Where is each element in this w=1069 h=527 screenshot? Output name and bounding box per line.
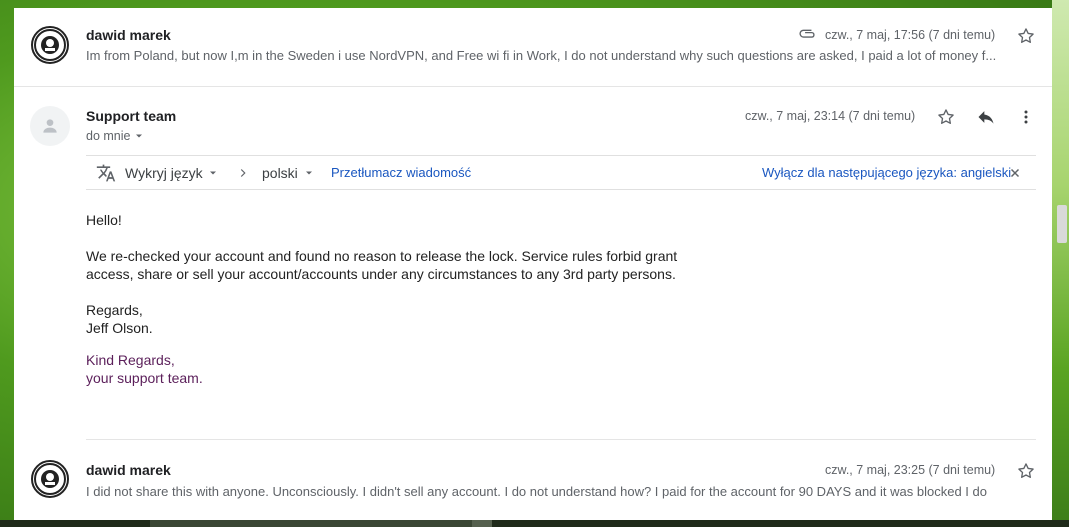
sender-name: Support team xyxy=(86,108,177,124)
star-icon[interactable] xyxy=(1015,460,1037,482)
detect-language-label: Wykryj język xyxy=(125,164,203,181)
star-icon[interactable] xyxy=(935,106,957,128)
message-date: czw., 7 maj, 23:25 (7 dni temu) xyxy=(825,463,996,477)
chevron-right-icon xyxy=(236,156,250,189)
sender-name: dawid marek xyxy=(86,462,171,478)
chevron-down-icon xyxy=(209,171,216,174)
message-divider xyxy=(14,86,1052,87)
sender-name: dawid marek xyxy=(86,27,171,43)
translate-icon xyxy=(96,164,116,181)
more-vert-icon[interactable] xyxy=(1015,106,1037,128)
message-greeting: Hello! xyxy=(86,212,122,228)
message-paragraph-line: access, share or sell your account/accou… xyxy=(86,266,676,282)
avatar xyxy=(30,106,70,146)
disable-translation-link[interactable]: Wyłącz dla następującego języka: angiels… xyxy=(762,156,1011,189)
recipient-label: do mnie xyxy=(86,129,131,143)
person-icon xyxy=(43,119,57,133)
avatar-logo-icon xyxy=(34,29,66,61)
detect-language-dropdown[interactable]: Wykryj język xyxy=(96,156,218,189)
scrollbar-thumb[interactable] xyxy=(1057,205,1067,243)
message-collapsed[interactable]: dawid marek czw., 7 maj, 17:56 (7 dni te… xyxy=(14,8,1052,86)
avatar xyxy=(31,26,69,64)
email-thread: dawid marek czw., 7 maj, 17:56 (7 dni te… xyxy=(14,8,1052,520)
signature-line: Kind Regards, xyxy=(86,352,175,368)
taskbar xyxy=(0,520,1069,527)
message-date: czw., 7 maj, 17:56 (7 dni temu) xyxy=(825,28,996,42)
translate-bar: Wykryj język polski Przetłumacz wiadomoś… xyxy=(86,155,1036,190)
signature-line: your support team. xyxy=(86,370,203,386)
message-date: czw., 7 maj, 23:14 (7 dni temu) xyxy=(745,109,916,123)
star-icon[interactable] xyxy=(1015,25,1037,47)
message-regards: Regards, xyxy=(86,302,143,318)
message-sender-name: Jeff Olson. xyxy=(86,320,153,336)
chevron-down-icon xyxy=(305,171,312,174)
paperclip-icon xyxy=(797,24,819,46)
target-language-dropdown[interactable]: polski xyxy=(262,156,314,189)
translate-message-link[interactable]: Przetłumacz wiadomość xyxy=(331,156,471,189)
avatar-logo-icon xyxy=(34,463,66,495)
desktop-background-strip xyxy=(1052,0,1069,527)
message-snippet: Im from Poland, but now I,m in the Swede… xyxy=(86,48,997,63)
reply-icon[interactable] xyxy=(975,106,997,128)
message-collapsed[interactable]: dawid marek czw., 7 maj, 23:25 (7 dni te… xyxy=(14,440,1052,520)
recipient-dropdown[interactable]: do mnie xyxy=(86,129,144,143)
chevron-down-icon xyxy=(136,134,143,138)
avatar xyxy=(31,460,69,498)
message-snippet: I did not share this with anyone. Uncons… xyxy=(86,484,987,499)
target-language-label: polski xyxy=(262,164,298,181)
close-icon[interactable] xyxy=(1009,156,1021,189)
message-paragraph-line: We re-checked your account and found no … xyxy=(86,248,678,264)
